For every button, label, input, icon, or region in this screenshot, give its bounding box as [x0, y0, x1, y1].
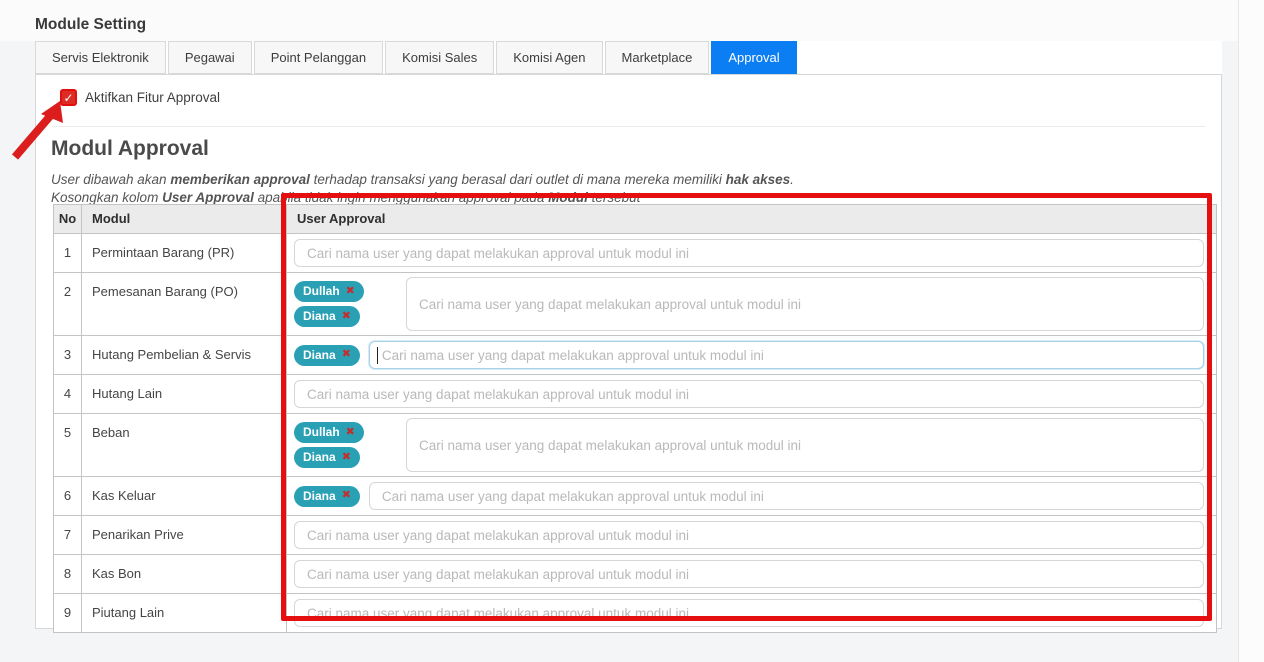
tags-column: Dullah ✖ Diana ✖ [294, 422, 406, 468]
remove-tag-icon[interactable]: ✖ [342, 490, 351, 501]
table-header-row: No Modul User Approval [54, 205, 1217, 234]
module-name: Hutang Lain [82, 375, 287, 414]
user-approval-cell: Diana ✖ [294, 340, 1204, 370]
module-name: Hutang Pembelian & Servis [82, 336, 287, 375]
table-row: 7Penarikan Prive [54, 516, 1217, 555]
user-tag: Diana ✖ [294, 306, 360, 327]
user-approval-search-input[interactable] [294, 521, 1204, 549]
row-number: 9 [54, 594, 82, 633]
user-tag: Diana ✖ [294, 486, 360, 507]
module-name: Kas Bon [82, 555, 287, 594]
tab-content-panel: ✓ Aktifkan Fitur Approval Modul Approval… [35, 74, 1222, 629]
user-tag-label: Diana [303, 309, 336, 323]
divider [52, 126, 1205, 127]
row-number: 2 [54, 273, 82, 336]
enable-approval-row: ✓ Aktifkan Fitur Approval [60, 89, 220, 106]
user-tag: Diana ✖ [294, 447, 360, 468]
check-icon: ✓ [63, 91, 73, 105]
table-row: 8Kas Bon [54, 555, 1217, 594]
row-number: 8 [54, 555, 82, 594]
remove-tag-icon[interactable]: ✖ [346, 427, 355, 438]
page-title: Module Setting [35, 16, 146, 34]
table-row: 6Kas Keluar Diana ✖ [54, 477, 1217, 516]
table-row: 4Hutang Lain [54, 375, 1217, 414]
description-line-1: User dibawah akan memberikan approval te… [51, 172, 794, 187]
remove-tag-icon[interactable]: ✖ [342, 349, 351, 360]
approval-modules-table: No Modul User Approval 1Permintaan Baran… [53, 204, 1217, 633]
tab-servis-elektronik[interactable]: Servis Elektronik [35, 41, 166, 74]
user-tag: Diana ✖ [294, 345, 360, 366]
module-name: Kas Keluar [82, 477, 287, 516]
remove-tag-icon[interactable]: ✖ [342, 452, 351, 463]
row-number: 7 [54, 516, 82, 555]
module-name: Permintaan Barang (PR) [82, 234, 287, 273]
user-approval-search-input[interactable] [406, 277, 1204, 331]
table-row: 5Beban Dullah ✖ Diana ✖ [54, 414, 1217, 477]
description-line-2: Kosongkan kolom User Approval apabila ti… [51, 190, 640, 205]
user-tag-label: Diana [303, 348, 336, 362]
tab-bar: Servis ElektronikPegawaiPoint PelangganK… [35, 41, 1222, 74]
table-row: 2Pemesanan Barang (PO) Dullah ✖ Diana ✖ [54, 273, 1217, 336]
tab-marketplace[interactable]: Marketplace [605, 41, 710, 74]
user-approval-cell [294, 559, 1204, 589]
table-row: 9Piutang Lain [54, 594, 1217, 633]
user-approval-search-input[interactable] [294, 599, 1204, 627]
user-tag-label: Diana [303, 489, 336, 503]
user-approval-cell [294, 520, 1204, 550]
user-tag: Dullah ✖ [294, 281, 364, 302]
tab-approval[interactable]: Approval [711, 41, 796, 74]
user-approval-search-input[interactable] [294, 380, 1204, 408]
row-number: 1 [54, 234, 82, 273]
user-approval-cell: Dullah ✖ Diana ✖ [294, 277, 1204, 331]
table-row: 1Permintaan Barang (PR) [54, 234, 1217, 273]
user-tag-label: Dullah [303, 425, 340, 439]
user-approval-cell: Dullah ✖ Diana ✖ [294, 418, 1204, 472]
user-tag: Dullah ✖ [294, 422, 364, 443]
tags-column: Dullah ✖ Diana ✖ [294, 281, 406, 327]
tab-pegawai[interactable]: Pegawai [168, 41, 252, 74]
scrollbar-gutter[interactable] [1238, 0, 1264, 662]
tab-komisi-sales[interactable]: Komisi Sales [385, 41, 494, 74]
column-header-user-approval: User Approval [287, 205, 1217, 234]
enable-approval-checkbox[interactable]: ✓ [60, 89, 77, 106]
text-cursor [377, 347, 378, 364]
column-header-no: No [54, 205, 82, 234]
remove-tag-icon[interactable]: ✖ [342, 311, 351, 322]
tab-komisi-agen[interactable]: Komisi Agen [496, 41, 602, 74]
user-tag-label: Dullah [303, 284, 340, 298]
user-approval-search-input[interactable] [369, 341, 1204, 369]
section-title: Modul Approval [51, 137, 209, 161]
enable-approval-label: Aktifkan Fitur Approval [85, 90, 220, 105]
row-number: 5 [54, 414, 82, 477]
remove-tag-icon[interactable]: ✖ [346, 286, 355, 297]
user-approval-search-input[interactable] [406, 418, 1204, 472]
module-name: Pemesanan Barang (PO) [82, 273, 287, 336]
row-number: 3 [54, 336, 82, 375]
user-approval-search-input[interactable] [294, 560, 1204, 588]
tab-point-pelanggan[interactable]: Point Pelanggan [254, 41, 383, 74]
user-approval-cell: Diana ✖ [294, 481, 1204, 511]
module-name: Piutang Lain [82, 594, 287, 633]
user-tag-label: Diana [303, 450, 336, 464]
user-approval-search-input[interactable] [294, 239, 1204, 267]
row-number: 6 [54, 477, 82, 516]
column-header-modul: Modul [82, 205, 287, 234]
user-approval-cell [294, 598, 1204, 628]
module-name: Beban [82, 414, 287, 477]
user-approval-cell [294, 379, 1204, 409]
user-approval-search-input[interactable] [369, 482, 1204, 510]
table-row: 3Hutang Pembelian & Servis Diana ✖ [54, 336, 1217, 375]
row-number: 4 [54, 375, 82, 414]
module-name: Penarikan Prive [82, 516, 287, 555]
user-approval-cell [294, 238, 1204, 268]
header-band [0, 0, 1264, 41]
